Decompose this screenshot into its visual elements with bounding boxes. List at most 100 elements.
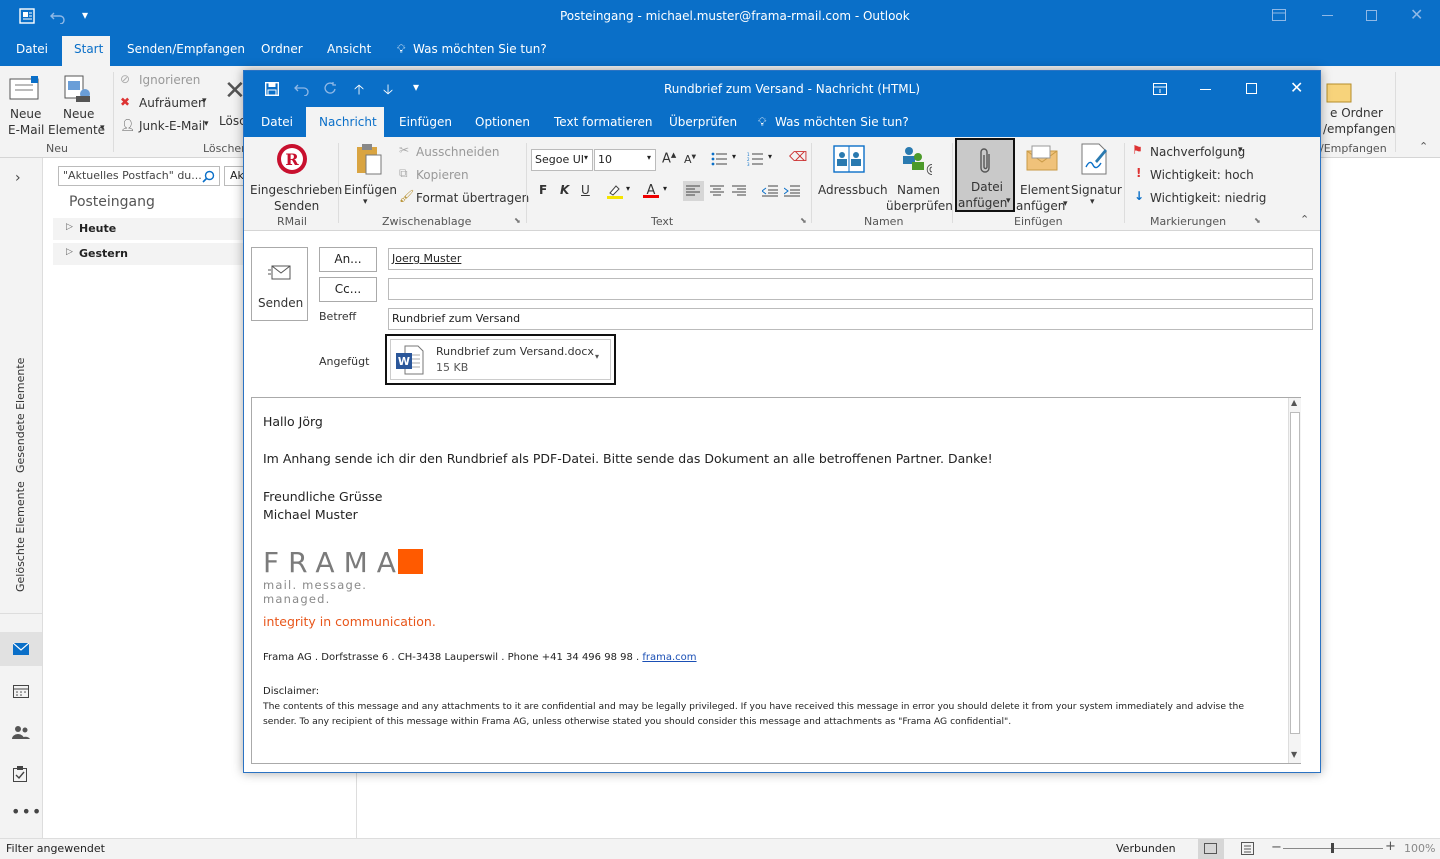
signature-button[interactable]: Signatur ▾	[1069, 141, 1122, 213]
tab-start[interactable]: Start	[74, 42, 103, 56]
scroll-down-icon[interactable]: ▼	[1291, 750, 1297, 759]
scrollbar-thumb[interactable]	[1290, 412, 1300, 734]
attach-file-button[interactable]: Datei anfügen ▾	[955, 138, 1015, 212]
format-painter-button[interactable]: 🖌︎ Format übertragen	[399, 189, 529, 208]
attach-item-button[interactable]: Element anfügen ▾	[1016, 141, 1070, 213]
attachment-item[interactable]: W Rundbrief zum Versand.docx 15 KB ▾	[385, 334, 616, 385]
chevron-down-icon[interactable]: ▾	[768, 152, 772, 161]
align-left-button[interactable]	[683, 181, 704, 201]
chevron-down-icon[interactable]: ▾	[732, 152, 736, 161]
highlight-icon[interactable]	[607, 183, 623, 199]
bullets-icon[interactable]	[711, 152, 727, 166]
junk-button[interactable]: 👤︎ Junk-E-Mail ▾	[120, 118, 215, 136]
cc-field[interactable]	[388, 278, 1313, 300]
previous-item-icon[interactable]: 🡡︎	[354, 79, 364, 103]
tell-me-search[interactable]: Was möchten Sie tun?	[775, 115, 909, 129]
new-email-button[interactable]: Neue E-Mail	[6, 72, 44, 137]
tab-text-formatieren[interactable]: Text formatieren	[554, 115, 653, 129]
registered-send-button[interactable]: R Eingeschrieben Senden	[248, 141, 342, 213]
font-name-select[interactable]: Segoe UI ▾	[531, 149, 593, 171]
expand-folder-pane-icon[interactable]: ›	[15, 170, 21, 186]
search-icon[interactable]	[202, 170, 215, 183]
tab-ordner[interactable]: Ordner	[261, 42, 303, 56]
people-icon[interactable]	[12, 725, 30, 739]
italic-icon[interactable]: K	[560, 183, 569, 197]
redo-icon[interactable]	[323, 82, 337, 96]
followup-button[interactable]: ⚑ Nachverfolgung ▾	[1132, 143, 1250, 162]
more-icon[interactable]: •••	[11, 802, 42, 821]
quick-access-dropdown-icon[interactable]: ▾	[82, 8, 88, 22]
nav-mail-selected[interactable]	[0, 632, 42, 666]
dialog-launcher-icon[interactable]: ⬊	[1254, 216, 1261, 225]
send-receive-folder-label-2[interactable]: /empfangen	[1323, 122, 1396, 136]
importance-low-button[interactable]: ↓ Wichtigkeit: niedrig	[1132, 189, 1266, 208]
font-size-select[interactable]: 10 ▾	[594, 149, 656, 171]
close-icon[interactable]: ✕	[1290, 78, 1303, 97]
collapse-ribbon-icon[interactable]: ⌃	[1300, 213, 1309, 226]
minimize-icon[interactable]	[1322, 15, 1333, 16]
dialog-launcher-icon[interactable]: ⬊	[800, 216, 807, 225]
tab-optionen[interactable]: Optionen	[475, 115, 530, 129]
importance-high-button[interactable]: ! Wichtigkeit: hoch	[1132, 166, 1254, 185]
tasks-icon[interactable]	[13, 766, 27, 782]
ribbon-display-icon[interactable]	[1153, 83, 1167, 95]
undo-icon[interactable]	[294, 82, 310, 96]
undo-icon[interactable]	[50, 8, 66, 24]
grow-font-icon[interactable]: A▲	[662, 151, 676, 166]
check-names-button[interactable]: @ Namen überprüfen	[884, 141, 953, 213]
cc-button[interactable]: Cc...	[319, 277, 377, 302]
to-field[interactable]: Joerg Muster	[388, 248, 1313, 270]
search-input[interactable]: "Aktuelles Postfach" du...	[58, 166, 220, 186]
paste-button[interactable]: Einfügen ▾	[343, 141, 397, 211]
decrease-indent-icon[interactable]	[762, 185, 778, 197]
zoom-in-icon[interactable]: +	[1385, 839, 1396, 854]
normal-view-button[interactable]	[1198, 839, 1224, 859]
font-color-icon[interactable]: A	[643, 182, 659, 199]
zoom-slider-thumb[interactable]	[1331, 843, 1334, 853]
reading-view-icon[interactable]	[1241, 842, 1254, 855]
chevron-down-icon[interactable]: ▾	[626, 184, 630, 193]
maximize-icon[interactable]	[1366, 10, 1377, 21]
increase-indent-icon[interactable]	[784, 185, 800, 197]
tab-ueberpruefen[interactable]: Überprüfen	[669, 115, 737, 129]
collapse-ribbon-icon[interactable]: ⌃	[1419, 140, 1428, 153]
ignore-button[interactable]: ⊘ Ignorieren	[120, 72, 210, 90]
cut-button[interactable]: ✂ Ausschneiden	[399, 143, 509, 162]
nav-sent-items[interactable]: Gesendete Elemente	[14, 358, 27, 473]
maximize-icon[interactable]	[1246, 83, 1257, 94]
tab-datei[interactable]: Datei	[16, 42, 48, 56]
align-right-icon[interactable]	[732, 185, 746, 197]
tell-me-search[interactable]: Was möchten Sie tun?	[413, 42, 547, 56]
address-book-button[interactable]: Adressbuch	[816, 141, 888, 201]
shrink-font-icon[interactable]: A▼	[684, 153, 696, 166]
ribbon-display-icon[interactable]	[1272, 9, 1286, 21]
group-today[interactable]: ▷ Heute	[53, 218, 243, 240]
cleanup-button[interactable]: ✖ Aufräumen ▾	[120, 95, 215, 113]
dialog-launcher-icon[interactable]: ⬊	[514, 216, 521, 225]
tab-datei[interactable]: Datei	[261, 115, 293, 129]
save-icon[interactable]	[265, 82, 279, 96]
frama-link[interactable]: frama.com	[642, 652, 696, 663]
clear-formatting-icon[interactable]: ⌫	[789, 150, 807, 165]
outlook-app-icon[interactable]	[18, 7, 36, 25]
minimize-icon[interactable]	[1200, 89, 1211, 90]
new-items-button[interactable]: Neue Elemente ▾	[48, 72, 108, 137]
group-yesterday[interactable]: ▷ Gestern	[53, 243, 243, 265]
body-scrollbar[interactable]: ▲ ▼	[1288, 398, 1301, 763]
tab-ansicht[interactable]: Ansicht	[327, 42, 371, 56]
next-item-icon[interactable]: 🡣︎	[383, 79, 393, 103]
underline-icon[interactable]: U	[581, 183, 590, 197]
quick-access-dropdown-icon[interactable]: ▾	[413, 80, 419, 94]
nav-deleted-items[interactable]: Gelöschte Elemente	[14, 481, 27, 592]
send-receive-folder-label-1[interactable]: e Ordner	[1330, 106, 1383, 120]
tab-einfuegen[interactable]: Einfügen	[399, 115, 452, 129]
copy-button[interactable]: ⧉ Kopieren	[399, 166, 509, 185]
recipient-joerg-muster[interactable]: Joerg Muster	[392, 252, 461, 265]
align-center-icon[interactable]	[710, 185, 724, 197]
numbering-icon[interactable]: 123	[747, 152, 763, 166]
message-body-editor[interactable]: Hallo Jörg Im Anhang sende ich dir den R…	[251, 397, 1301, 764]
subject-field[interactable]: Rundbrief zum Versand	[388, 308, 1313, 330]
to-button[interactable]: An...	[319, 247, 377, 272]
scroll-up-icon[interactable]: ▲	[1291, 398, 1297, 407]
attachment-dropdown-icon[interactable]: ▾	[595, 352, 599, 361]
